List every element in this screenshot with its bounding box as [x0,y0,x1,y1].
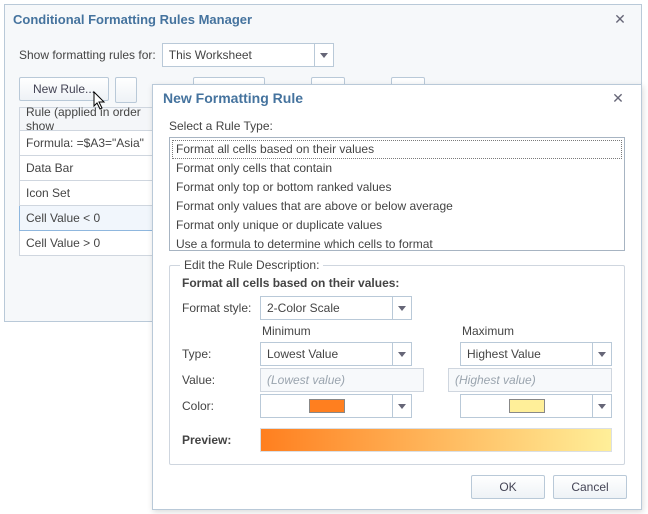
value-label: Value: [182,373,260,387]
rule-row-label: Icon Set [26,186,70,200]
rules-list-header-label: Rule (applied in order show [26,105,158,133]
min-color-swatch [309,399,345,413]
edit-rule-description-legend: Edit the Rule Description: [180,258,323,272]
maximum-header: Maximum [460,324,612,338]
minimum-header: Minimum [260,324,412,338]
show-rules-dropdown[interactable]: This Worksheet [162,43,334,67]
max-color-swatch [509,399,545,413]
modal-title: New Formatting Rule [163,90,605,106]
rule-type-item[interactable]: Use a formula to determine which cells t… [172,235,622,254]
preview-gradient [260,428,612,452]
rule-type-list[interactable]: Format all cells based on their values F… [169,137,625,251]
chevron-down-icon [392,343,411,365]
modal-titlebar: New Formatting Rule ✕ [153,85,641,111]
cancel-button[interactable]: Cancel [553,475,627,499]
ok-button[interactable]: OK [471,475,545,499]
min-value-field[interactable]: (Lowest value) [260,368,424,392]
rule-description-title: Format all cells based on their values: [182,276,612,290]
chevron-down-icon [592,395,611,417]
show-rules-label: Show formatting rules for: [19,48,156,62]
rules-list-header: Rule (applied in order show [19,107,165,131]
max-type-dropdown[interactable]: Highest Value [460,342,612,366]
rule-type-item[interactable]: Format only unique or duplicate values [172,216,622,235]
max-value-field[interactable]: (Highest value) [448,368,612,392]
rule-type-item[interactable]: Format only cells that contain [172,159,622,178]
rule-type-item[interactable]: Format all cells based on their values [172,140,622,159]
new-formatting-rule-dialog: New Formatting Rule ✕ Select a Rule Type… [152,84,642,510]
chevron-down-icon [392,297,411,319]
show-rules-value: This Worksheet [163,48,314,62]
min-type-dropdown[interactable]: Lowest Value [260,342,412,366]
color-label: Color: [182,399,260,413]
select-rule-type-label: Select a Rule Type: [169,119,625,133]
format-style-dropdown[interactable]: 2-Color Scale [260,296,412,320]
rule-row-label: Formula: =$A3="Asia" [26,136,144,150]
close-icon[interactable]: ✕ [605,88,631,108]
chevron-down-icon [314,44,333,66]
new-rule-label: New Rule... [33,82,95,96]
max-color-dropdown[interactable] [460,394,612,418]
rule-row[interactable]: Cell Value > 0 [19,231,165,256]
min-type-value: Lowest Value [261,347,392,361]
min-color-dropdown[interactable] [260,394,412,418]
rule-row-label: Cell Value < 0 [26,211,100,225]
rule-row[interactable]: Icon Set [19,181,165,206]
rule-row[interactable]: Formula: =$A3="Asia" [19,131,165,156]
new-rule-button[interactable]: New Rule... [19,77,109,101]
rule-row-label: Data Bar [26,161,73,175]
chevron-down-icon [592,343,611,365]
rules-manager-title: Conditional Formatting Rules Manager [13,12,607,27]
rule-row[interactable]: Data Bar [19,156,165,181]
rules-manager-titlebar: Conditional Formatting Rules Manager ✕ [5,5,641,33]
rule-type-item[interactable]: Format only top or bottom ranked values [172,178,622,197]
rule-type-item[interactable]: Format only values that are above or bel… [172,197,622,216]
max-type-value: Highest Value [461,347,592,361]
rule-row-label: Cell Value > 0 [26,236,100,250]
rule-row[interactable]: Cell Value < 0 [19,206,165,231]
edit-rule-button-partial[interactable] [115,77,137,103]
modal-footer: OK Cancel [153,465,641,509]
format-style-value: 2-Color Scale [261,301,392,315]
type-label: Type: [182,347,260,361]
format-style-label: Format style: [182,301,260,315]
chevron-down-icon [392,395,411,417]
edit-rule-description-group: Edit the Rule Description: Format all ce… [169,265,625,465]
close-icon[interactable]: ✕ [607,9,633,29]
preview-label: Preview: [182,433,260,447]
